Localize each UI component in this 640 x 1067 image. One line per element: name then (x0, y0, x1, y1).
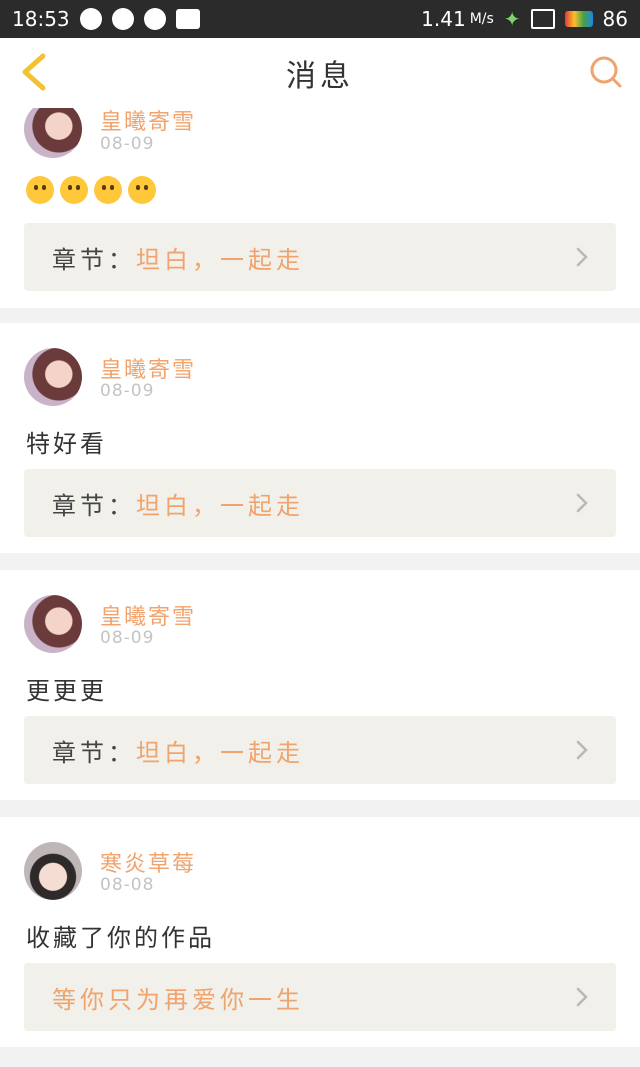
chapter-prefix: 章节： (52, 491, 136, 520)
chapter-title: 坦白，一起走 (136, 245, 304, 274)
status-bar: 18:53 1.41 M/s ✦ 86 (0, 0, 640, 38)
app-header: 消息 (0, 38, 640, 109)
network-speed-unit: M/s (469, 11, 494, 27)
avatar[interactable] (24, 348, 82, 406)
chapter-link[interactable]: 章节： 坦白，一起走 (24, 716, 616, 784)
chevron-right-icon (570, 985, 594, 1009)
chapter-title: 坦白，一起走 (136, 738, 304, 767)
username[interactable]: 皇曦寄雪 (100, 108, 196, 136)
avatar[interactable] (24, 595, 82, 653)
star-icon: ✦ (503, 7, 521, 31)
chevron-right-icon (570, 245, 594, 269)
message-content: 特好看 (26, 430, 107, 458)
chevron-right-icon (570, 491, 594, 515)
message-date: 08-09 (100, 134, 155, 154)
username[interactable]: 寒炎草莓 (100, 846, 196, 878)
network-speed: 1.41 (421, 7, 466, 31)
screen-icon (530, 9, 555, 29)
chevron-left-icon (22, 53, 46, 91)
chapter-prefix: 章节： (52, 245, 136, 274)
chat-notification-icon (79, 8, 102, 30)
message-card: 皇曦寄雪 08-09 特好看 章节： 坦白，一起走 (0, 323, 640, 553)
message-date: 08-09 (100, 381, 155, 401)
message-card: 皇曦寄雪 08-09 更更更 章节： 坦白，一起走 (0, 570, 640, 800)
battery-level: 86 (602, 7, 628, 31)
message-date: 08-08 (100, 875, 155, 895)
image-notification-icon (175, 9, 200, 29)
app-notification-icon (143, 8, 166, 30)
k-app-notification-icon (111, 8, 134, 30)
kissing-heart-emoji (94, 176, 122, 204)
chapter-prefix: 章节： (52, 738, 136, 767)
message-content: 更更更 (26, 677, 107, 705)
clock: 18:53 (12, 7, 70, 31)
message-feed[interactable]: 皇曦寄雪 08-09 章节： 坦白，一起走 皇曦寄雪 08-09 特好看 章节：… (0, 108, 640, 1067)
username[interactable]: 皇曦寄雪 (100, 352, 196, 384)
kissing-heart-emoji (128, 176, 156, 204)
message-card: 皇曦寄雪 08-09 章节： 坦白，一起走 (0, 108, 640, 308)
grinning-face-emoji (26, 176, 54, 204)
avatar[interactable] (24, 842, 82, 900)
work-title: 等你只为再爱你一生 (52, 985, 304, 1014)
message-card: 寒炎草莓 08-08 收藏了你的作品 等你只为再爱你一生 (0, 817, 640, 1047)
search-button[interactable] (586, 52, 626, 92)
chevron-right-icon (570, 738, 594, 762)
avatar[interactable] (24, 108, 82, 158)
chapter-link[interactable]: 章节： 坦白，一起走 (24, 469, 616, 537)
chapter-title: 坦白，一起走 (136, 491, 304, 520)
emoji-row (26, 176, 156, 204)
kissing-heart-emoji (60, 176, 88, 204)
work-link[interactable]: 等你只为再爱你一生 (24, 963, 616, 1031)
search-icon (590, 56, 622, 88)
message-content: 收藏了你的作品 (26, 924, 215, 952)
username[interactable]: 皇曦寄雪 (100, 599, 196, 631)
chapter-link[interactable]: 章节： 坦白，一起走 (24, 223, 616, 291)
page-title: 消息 (286, 59, 354, 94)
battery-icon (564, 11, 593, 27)
message-date: 08-09 (100, 628, 155, 648)
back-button[interactable] (14, 52, 54, 92)
